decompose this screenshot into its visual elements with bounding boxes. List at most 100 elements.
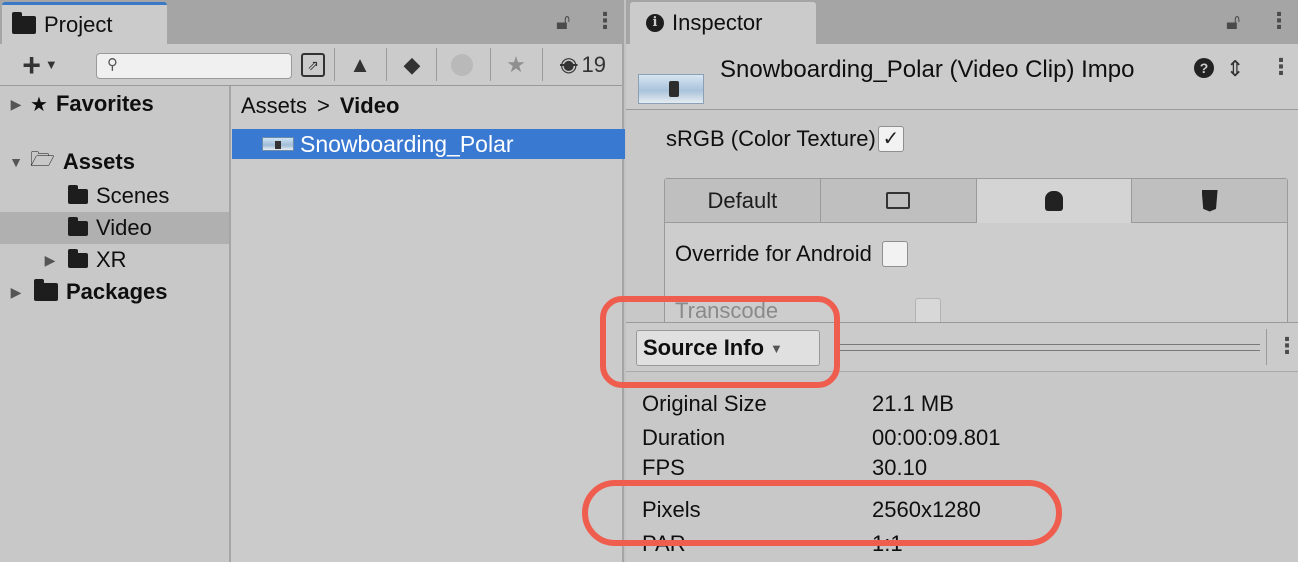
tree-item-video[interactable]: Video [0, 212, 229, 244]
search-input-box[interactable]: ⚲ [96, 53, 292, 79]
source-info-key: Original Size [642, 391, 767, 416]
breadcrumb-separator: > [317, 93, 330, 118]
inspector-window: i Inspector 🔓︎ ⋮ Snowboarding_Polar (Vid… [626, 0, 1298, 562]
override-checkbox[interactable] [881, 241, 908, 267]
inspector-header: Snowboarding_Polar (Video Clip) Impo ? ⇕… [626, 44, 1298, 110]
tree-item-label: Packages [66, 279, 168, 304]
expand-arrow-icon[interactable]: ▶ [40, 252, 60, 269]
star-icon: ★ [506, 51, 526, 77]
more-options-icon[interactable]: ⋮ [1268, 8, 1290, 34]
breadcrumb-current[interactable]: Video [340, 93, 400, 119]
lock-icon[interactable]: 🔓︎ [1226, 9, 1240, 35]
tree-item-label: Assets [62, 149, 135, 174]
tree-item-label: XR [96, 247, 127, 272]
source-info-value: 2560x1280 [872, 497, 981, 522]
tree-item-assets[interactable]: ▼ 🗁︎ Assets [0, 146, 229, 178]
presets-icon[interactable]: ⇕ [1226, 56, 1244, 82]
tree-item-scenes[interactable]: Scenes [0, 180, 229, 212]
source-info-row-original-size: Original Size 21.1 MB [642, 387, 1282, 421]
filter-by-type-button[interactable]: ▲ [340, 44, 380, 85]
chevron-down-icon: ▼ [770, 340, 783, 356]
project-folder-tree: ▶ ★ Favorites ▼ 🗁︎ Assets Scenes Video ▶… [0, 86, 231, 562]
source-info-key: PAR [642, 531, 686, 556]
source-info-row-par: PAR 1:1 [642, 527, 1282, 561]
tree-item-favorites[interactable]: ▶ ★ Favorites [0, 88, 229, 120]
create-button[interactable]: + ▼ [10, 44, 70, 85]
override-label: Override for Android [675, 241, 872, 266]
collapse-arrow-icon[interactable]: ▼ [6, 154, 26, 170]
project-window: Project 🔓︎ ⋮ + ▼ ⚲ ⇗ ▲ ◆ ★ ◉ 19 ▶ ★ Favo… [0, 0, 625, 562]
source-info-key: Pixels [642, 497, 701, 522]
tree-item-label: Scenes [96, 183, 170, 208]
transcode-checkbox [915, 298, 941, 324]
expand-arrow-icon[interactable]: ▶ [6, 96, 26, 113]
search-input[interactable] [127, 56, 287, 76]
open-folder-icon: 🗁︎ [30, 149, 55, 171]
shapes-icon: ▲ [349, 51, 371, 77]
filter-by-label-button[interactable]: ◆ [392, 44, 432, 85]
tab-inspector-label: Inspector [672, 10, 763, 35]
source-info-value: 30.10 [872, 455, 928, 480]
lock-icon[interactable]: 🔓︎ [556, 9, 570, 35]
log-filter-button[interactable] [442, 44, 482, 85]
srgb-label: sRGB (Color Texture) [666, 126, 876, 151]
html5-icon [1201, 189, 1218, 212]
breadcrumb-root[interactable]: Assets [241, 93, 307, 119]
help-icon[interactable]: ? [1194, 58, 1214, 78]
source-info-key: Duration [642, 425, 726, 450]
platform-settings-panel: Default Override for Android Transcode [664, 178, 1288, 332]
tree-item-xr[interactable]: ▶ XR [0, 244, 229, 276]
monitor-icon [886, 192, 911, 209]
folder-icon [12, 11, 36, 34]
source-info-label: Source Info [643, 335, 765, 360]
hidden-packages-toggle[interactable]: ◉ 19 [548, 44, 618, 85]
project-content-area: Assets > Video Snowboarding_Polar [231, 86, 625, 562]
folder-icon [34, 279, 58, 301]
tag-icon: ◆ [403, 51, 421, 77]
platform-tab-label: Default [707, 187, 778, 213]
eye-slash-icon: ◉ [560, 54, 578, 76]
asset-item-snowboarding-polar[interactable]: Snowboarding_Polar [232, 129, 625, 159]
search-by-type-button[interactable]: ⇗ [296, 44, 330, 85]
component-menu-icon[interactable]: ⋮ [1270, 54, 1292, 80]
tree-item-label: Video [96, 215, 152, 240]
source-info-dropdown[interactable]: Source Info ▼ [636, 330, 820, 366]
transcode-label: Transcode [675, 298, 779, 323]
source-info-row-duration: Duration 00:00:09.801 [642, 421, 1282, 455]
video-preview-thumbnail [638, 74, 704, 104]
tab-inspector[interactable]: i Inspector [630, 2, 816, 44]
platform-tab-webgl[interactable] [1132, 179, 1287, 223]
hidden-count: 19 [581, 51, 606, 77]
folder-icon [68, 248, 88, 268]
android-icon [1044, 191, 1063, 211]
expand-arrow-icon[interactable]: ▶ [6, 284, 26, 301]
info-icon: i [646, 14, 664, 32]
source-info-row-pixels: Pixels 2560x1280 [642, 493, 1282, 527]
breadcrumb: Assets > Video [241, 90, 399, 122]
folder-icon [68, 216, 88, 236]
plus-icon: + [22, 46, 41, 83]
splitter-handle[interactable] [836, 344, 1260, 351]
source-info-value: 00:00:09.801 [872, 425, 1001, 450]
more-options-icon[interactable]: ⋮ [594, 8, 616, 34]
asset-item-label: Snowboarding_Polar [300, 130, 514, 157]
platform-tab-standalone[interactable] [820, 179, 977, 223]
source-info-toolbar: Source Info ▼ ⋮ [626, 322, 1298, 372]
favorite-button[interactable]: ★ [496, 44, 536, 85]
project-tab-strip: Project 🔓︎ ⋮ [0, 0, 622, 44]
platform-tabs: Default [665, 179, 1287, 223]
tree-item-packages[interactable]: ▶ Packages [0, 276, 229, 308]
platform-tab-default[interactable]: Default [665, 179, 821, 223]
more-options-icon[interactable]: ⋮ [1276, 333, 1298, 359]
tree-item-label: Favorites [55, 91, 154, 116]
info-circle-icon [451, 53, 473, 76]
platform-tab-android[interactable] [976, 179, 1133, 223]
source-info-row-fps: FPS 30.10 [642, 455, 1282, 481]
srgb-checkbox[interactable]: ✓ [877, 126, 904, 152]
tab-project[interactable]: Project [2, 2, 167, 44]
tab-project-label: Project [44, 11, 113, 37]
project-toolbar: + ▼ ⚲ ⇗ ▲ ◆ ★ ◉ 19 [0, 44, 622, 86]
chevron-down-icon: ▼ [44, 57, 58, 72]
source-info-key: FPS [642, 455, 685, 480]
inspector-title: Snowboarding_Polar (Video Clip) Impo [720, 56, 1135, 83]
